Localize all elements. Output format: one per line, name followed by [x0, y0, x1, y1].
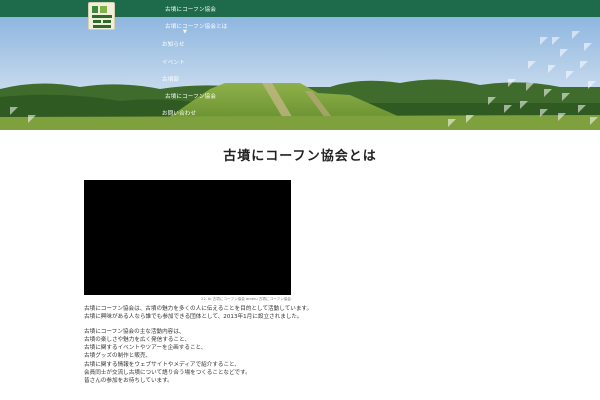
hero-image: [0, 17, 600, 130]
intro-line: 古墳に興味がある人なら誰でも参加できる団体として、2013年1月に設立されました…: [84, 314, 303, 321]
nav-item-home[interactable]: 古墳にコーフン協会: [165, 5, 216, 13]
article-body: 古墳にコーフン協会は、古墳の魅力を多くの人に伝えることを目的として活動しています…: [84, 305, 524, 386]
video-player[interactable]: [84, 180, 291, 295]
page-title: 古墳にコーフン協会とは: [223, 149, 377, 164]
list-line: 古墳グッズの制作と販売、: [84, 353, 152, 360]
site-logo[interactable]: [88, 2, 115, 30]
list-line: 古墳にコーフン協会の主な活動内容は、: [84, 328, 185, 335]
nav-item-association[interactable]: 古墳にコーフン協会: [165, 92, 216, 100]
list-line: 皆さんの参加をお待ちしています。: [84, 378, 173, 385]
list-line: 古墳の楽しさや魅力を広く発信すること、: [84, 336, 191, 343]
nav-item-news[interactable]: お知らせ: [162, 40, 185, 48]
nav-item-club[interactable]: 古墳部: [162, 75, 179, 83]
nav-item-events[interactable]: イベント: [162, 58, 185, 66]
chevron-down-icon[interactable]: ▼: [183, 29, 187, 35]
list-line: 古墳に関するイベントやツアーを企画すること、: [84, 345, 207, 352]
video-caption: 22. tk 古墳にコーフン協会 ameru 古墳にコーフン協会: [201, 297, 291, 301]
intro-line: 古墳にコーフン協会は、古墳の魅力を多くの人に伝えることを目的として活動しています…: [84, 306, 313, 312]
nav-item-contact[interactable]: お問い合わせ: [162, 109, 196, 117]
list-line: 古墳に関する情報をウェブサイトやメディアで紹介すること、: [84, 361, 241, 368]
nav-item-about[interactable]: 古墳にコーフン協会とは: [165, 22, 227, 30]
list-line: 会員同士が交流し古墳について語り合う場をつくることなどです。: [84, 370, 251, 377]
